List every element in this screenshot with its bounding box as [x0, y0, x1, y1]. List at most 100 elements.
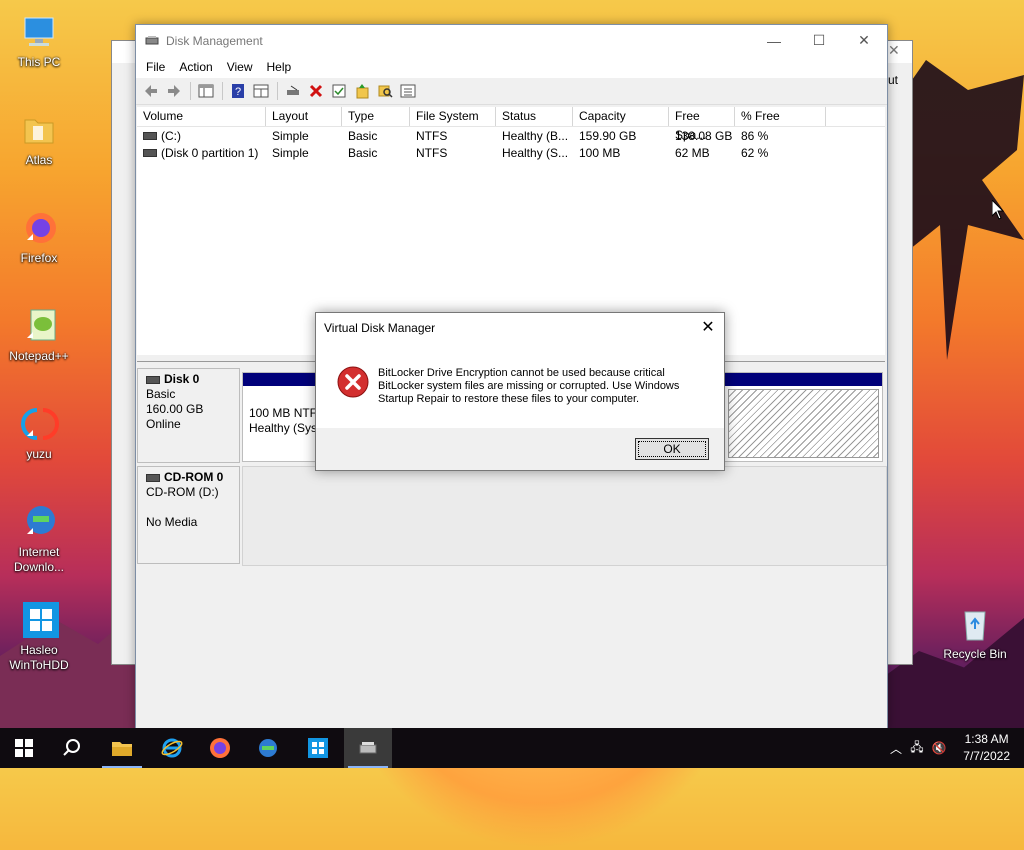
taskbar-firefox[interactable]: [196, 728, 244, 768]
cell-percent-free: 86 %: [741, 128, 769, 143]
desktop-icon-atlas[interactable]: Atlas: [0, 110, 79, 168]
network-icon[interactable]: 🖧: [906, 738, 928, 759]
cell-volume: (C:): [137, 129, 266, 143]
volume-list-header: Volume Layout Type File System Status Ca…: [137, 107, 885, 142]
show-hidden-icons-chevron-icon[interactable]: ︿: [886, 740, 906, 757]
view-panel-icon: [253, 84, 269, 98]
taskbar-disk-management[interactable]: [344, 728, 392, 768]
desktop-icon-internet-download-manager[interactable]: Internet Downlo...: [0, 502, 79, 575]
properties-view-button[interactable]: [250, 80, 272, 102]
new-folder-button[interactable]: [351, 80, 373, 102]
cdrom-0-label[interactable]: CD-ROM 0 CD-ROM (D:) No Media: [137, 466, 240, 564]
menu-bar: File Action View Help: [136, 56, 887, 78]
disk-type: Basic: [146, 387, 176, 401]
search-button[interactable]: [48, 728, 96, 768]
hasleo-icon: [308, 738, 328, 758]
taskbar-internet-download-manager[interactable]: [244, 728, 292, 768]
desktop-icon-hasleo-wintohdd[interactable]: Hasleo WinToHDD: [0, 600, 79, 673]
error-dialog[interactable]: Virtual Disk Manager ✕ BitLocker Drive E…: [315, 312, 725, 471]
toolbar: ?: [136, 78, 887, 105]
cell-status: Healthy (B...: [502, 128, 569, 143]
recycle-bin-icon: [955, 604, 995, 644]
volume-muted-icon[interactable]: 🔇: [928, 741, 950, 755]
partition-size: 100 MB NTFS: [249, 406, 323, 420]
start-button[interactable]: [0, 728, 48, 768]
column-header-status[interactable]: Status: [496, 107, 573, 126]
menu-file[interactable]: File: [139, 60, 172, 74]
menu-help[interactable]: Help: [260, 60, 299, 74]
connect-drive-button[interactable]: [282, 80, 304, 102]
desktop-icon-notepadpp[interactable]: Notepad++: [0, 306, 79, 364]
partition-hatch: [728, 389, 879, 458]
column-header-volume[interactable]: Volume: [137, 107, 266, 126]
desktop-icon-label: Atlas: [25, 153, 53, 167]
desktop-icon-this-pc[interactable]: This PC: [0, 12, 79, 70]
desktop-icon-label: Notepad++: [9, 349, 69, 363]
error-icon: [337, 366, 369, 398]
ok-button[interactable]: OK: [635, 438, 709, 460]
disk-0-label[interactable]: Disk 0 Basic 160.00 GB Online: [137, 368, 240, 463]
search-button[interactable]: [374, 80, 396, 102]
cell-free-space: 62 MB: [675, 145, 710, 160]
cell-file-system: NTFS: [416, 128, 448, 143]
show-hide-console-tree-button[interactable]: [195, 80, 217, 102]
help-button[interactable]: ?: [227, 80, 249, 102]
disk-size: 160.00 GB: [146, 402, 204, 416]
disk-management-app-icon: [145, 35, 159, 44]
menu-action[interactable]: Action: [172, 60, 219, 74]
table-row[interactable]: (C:) Simple Basic NTFS Healthy (B... 159…: [137, 127, 885, 144]
taskbar-file-explorer[interactable]: [98, 728, 146, 768]
window-title: Disk Management: [166, 33, 263, 48]
cell-volume: (Disk 0 partition 1): [137, 146, 266, 160]
firefox-icon: [19, 208, 59, 248]
cell-layout: Simple: [272, 145, 309, 160]
firefox-icon: [210, 738, 230, 758]
list-view-button[interactable]: [397, 80, 419, 102]
maximize-button[interactable]: ☐: [796, 25, 842, 56]
desktop-icon-label: Firefox: [20, 251, 58, 265]
window-titlebar[interactable]: Disk Management — ☐ ✕: [136, 25, 887, 56]
desktop-icon-label: Recycle Bin: [943, 647, 1007, 661]
minimize-button[interactable]: —: [751, 25, 797, 56]
delete-button[interactable]: [305, 80, 327, 102]
list-icon: [400, 84, 416, 98]
partition-c[interactable]: [724, 372, 883, 462]
cdrom-area[interactable]: [242, 466, 887, 566]
desktop-icon-label: Hasleo WinToHDD: [9, 643, 69, 672]
system-tray: ︿ 🖧 🔇: [886, 728, 950, 768]
back-button[interactable]: [140, 80, 162, 102]
column-header-layout[interactable]: Layout: [266, 107, 342, 126]
taskbar-internet-explorer[interactable]: [148, 728, 196, 768]
check-button[interactable]: [328, 80, 350, 102]
dialog-message: BitLocker Drive Encryption cannot be use…: [378, 367, 680, 405]
column-header-free-space[interactable]: Free Spa...: [669, 107, 735, 142]
partition-system-reserved[interactable]: 100 MB NTFS Healthy (Syst: [242, 372, 324, 462]
dialog-close-button[interactable]: ✕: [698, 319, 718, 337]
desktop-icon-yuzu[interactable]: yuzu: [0, 404, 79, 462]
column-header-file-system[interactable]: File System: [410, 107, 496, 126]
column-header-capacity[interactable]: Capacity: [573, 107, 669, 126]
search-icon: [63, 739, 80, 756]
desktop-icon-firefox[interactable]: Firefox: [0, 208, 79, 266]
column-header-percent-free[interactable]: % Free: [735, 107, 826, 126]
clock[interactable]: 1:38 AM 7/7/2022: [963, 731, 1010, 765]
cell-status: Healthy (S...: [502, 145, 569, 160]
taskbar-hasleo-wintohdd[interactable]: [294, 728, 342, 768]
background-window-text: ut: [888, 73, 899, 87]
column-header-type[interactable]: Type: [342, 107, 410, 126]
svg-text:?: ?: [235, 86, 241, 98]
checkmark-document-icon: [332, 84, 346, 98]
hasleo-icon: [19, 600, 59, 640]
desktop-icon-recycle-bin[interactable]: Recycle Bin: [935, 604, 1015, 662]
close-button[interactable]: ✕: [841, 25, 887, 56]
cell-layout: Simple: [272, 128, 309, 143]
disk-name: Disk 0: [164, 372, 200, 386]
table-row[interactable]: (Disk 0 partition 1) Simple Basic NTFS H…: [137, 144, 885, 161]
computer-icon: [19, 12, 59, 52]
internet-explorer-icon: [161, 738, 183, 758]
menu-view[interactable]: View: [220, 60, 260, 74]
forward-button[interactable]: [163, 80, 185, 102]
dialog-titlebar[interactable]: Virtual Disk Manager ✕: [316, 313, 724, 343]
cdrom-icon: [146, 473, 160, 482]
background-window-close-icon[interactable]: ✕: [888, 42, 900, 59]
